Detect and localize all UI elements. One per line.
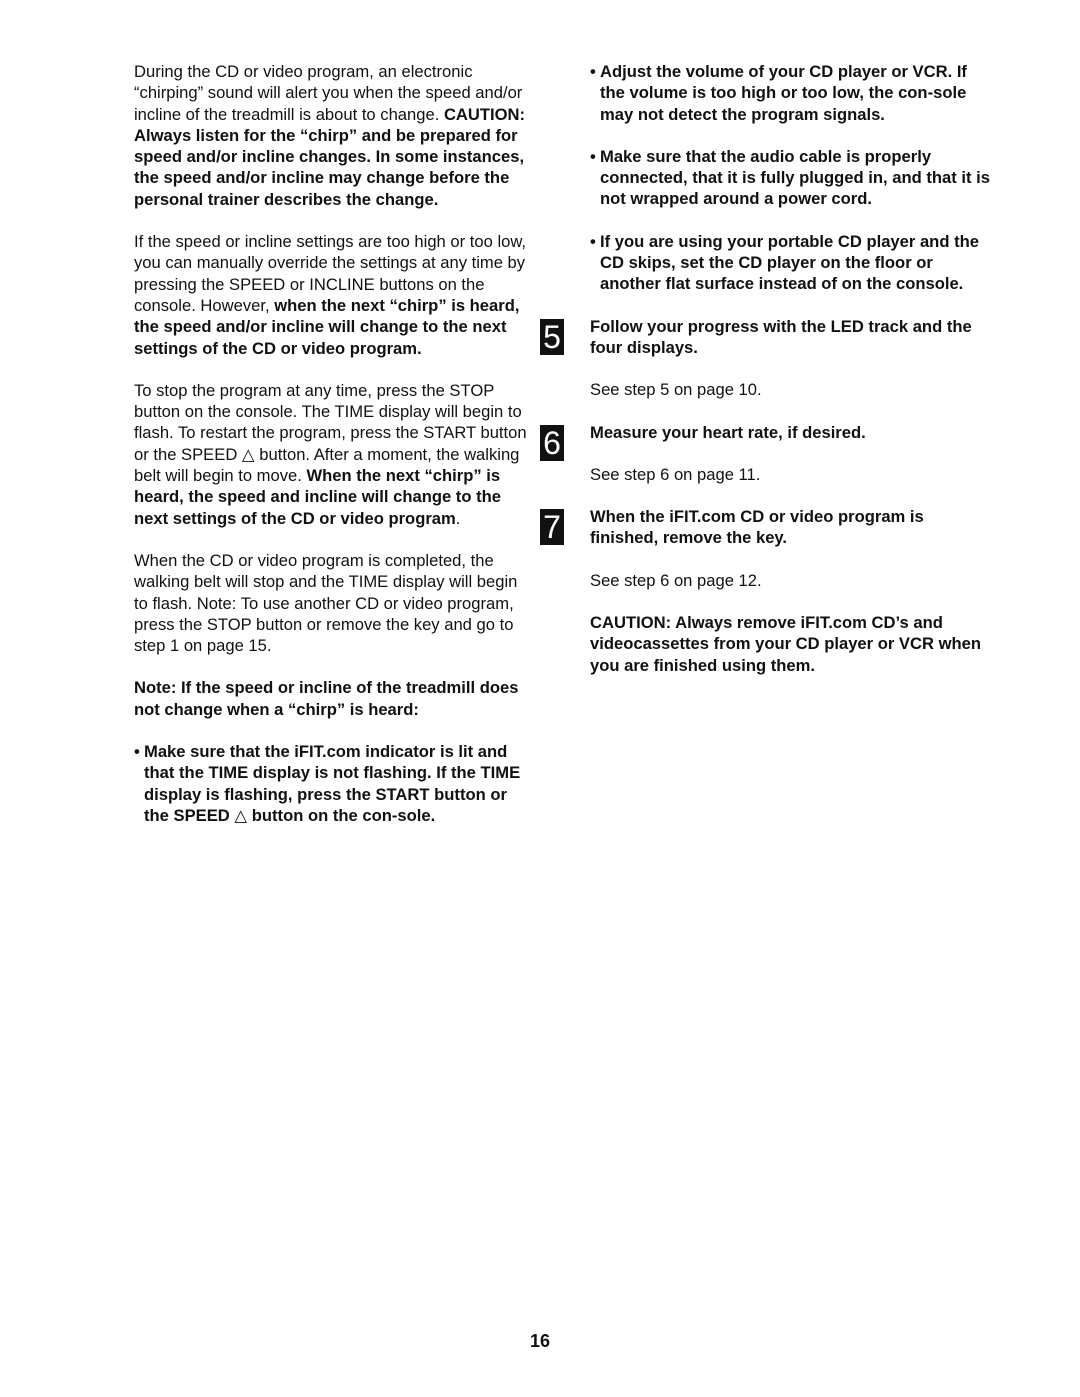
caution-text: CAUTION: Always remove iFIT.com CD’s and… — [590, 613, 981, 675]
step-7: 7 When the iFIT.com CD or video program … — [540, 506, 990, 549]
bullet-cd-skips: • If you are using your portable CD play… — [590, 231, 990, 295]
bullet-volume: • Adjust the volume of your CD player or… — [590, 61, 990, 125]
override-paragraph: If the speed or incline settings are too… — [134, 231, 529, 359]
step-title: Follow your progress with the LED track … — [590, 316, 972, 357]
stop-paragraph: To stop the program at any time, press t… — [134, 380, 529, 529]
note-heading: Note: If the speed or incline of the tre… — [134, 677, 529, 720]
bullet-text-b: button on the con-sole. — [247, 805, 436, 825]
bullet-dot: • — [590, 146, 596, 166]
chirp-paragraph: During the CD or video program, an elect… — [134, 61, 529, 210]
caution-remove: CAUTION: Always remove iFIT.com CD’s and… — [590, 612, 990, 676]
step-title: Measure your heart rate, if desired. — [590, 422, 866, 442]
bullet-dot: • — [590, 231, 596, 251]
bullet-text: If you are using your portable CD player… — [600, 231, 979, 294]
note-text: Note: If the speed or incline of the tre… — [134, 678, 519, 719]
triangle-up-icon: △ — [241, 444, 255, 464]
bullet-audio-cable: • Make sure that the audio cable is prop… — [590, 146, 990, 210]
bullet-text: Make sure that the audio cable is proper… — [600, 146, 990, 209]
step-reference: See step 6 on page 11. — [590, 464, 761, 484]
stop-end: . — [455, 508, 461, 528]
step-number-badge: 5 — [540, 318, 564, 355]
step-title: When the iFIT.com CD or video program is… — [590, 507, 924, 548]
bullet-dot: • — [134, 742, 140, 762]
left-column: During the CD or video program, an elect… — [134, 61, 529, 826]
step-number-badge: 7 — [540, 509, 564, 546]
step-reference: See step 5 on page 10. — [590, 380, 762, 400]
bullet-text: Adjust the volume of your CD player or V… — [600, 62, 967, 124]
right-column: • Adjust the volume of your CD player or… — [540, 61, 990, 676]
bullet-indicator: • Make sure that the iFIT.com indicator … — [134, 741, 529, 826]
page-number: 16 — [529, 1331, 551, 1351]
step-number-badge: 6 — [540, 424, 564, 461]
step-6: 6 Measure your heart rate, if desired. — [540, 422, 990, 461]
triangle-up-icon: △ — [234, 805, 248, 825]
step-reference: See step 6 on page 12. — [590, 570, 762, 590]
completed-paragraph: When the CD or video program is complete… — [134, 550, 518, 656]
step-5: 5 Follow your progress with the LED trac… — [540, 316, 990, 359]
bullet-dot: • — [590, 62, 596, 81]
